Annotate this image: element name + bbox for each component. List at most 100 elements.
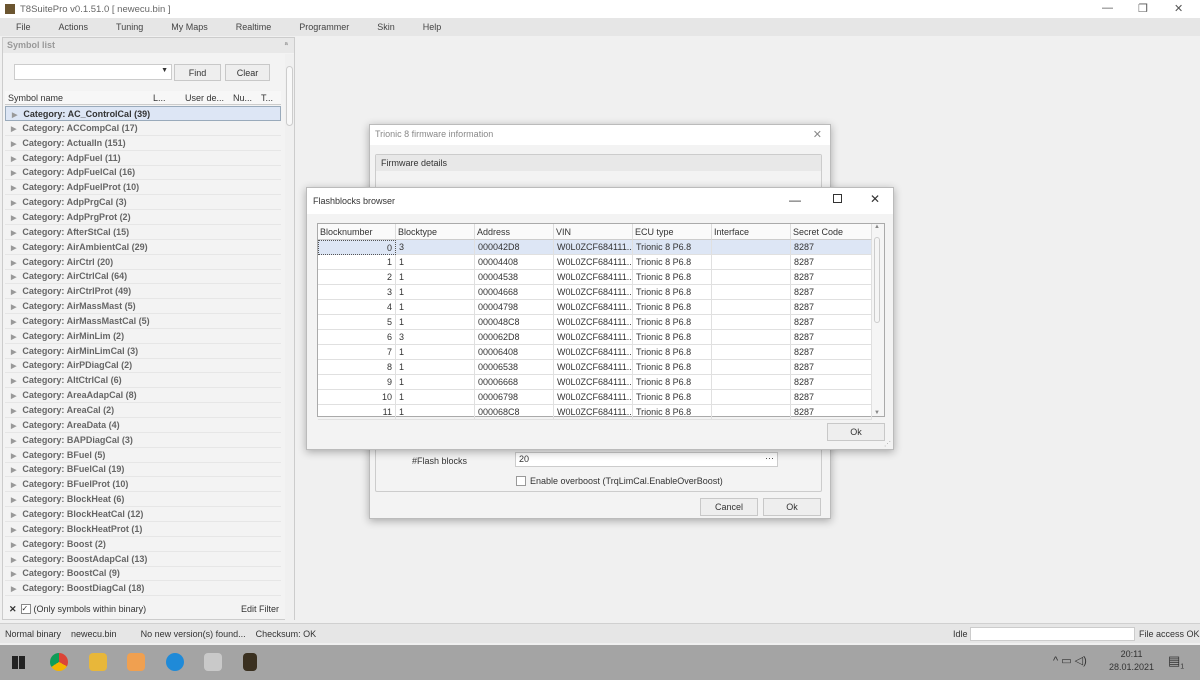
column-header[interactable]: T... [261, 93, 273, 103]
grid-cell[interactable]: 8287 [791, 300, 872, 315]
grid-cell[interactable]: Trionic 8 P6.8 [633, 315, 712, 330]
grid-cell[interactable]: Trionic 8 P6.8 [633, 360, 712, 375]
expand-arrow-icon[interactable]: ▶ [11, 245, 16, 252]
symbol-category-row[interactable]: ▶ Category: AltCtrlCal (6) [5, 373, 281, 389]
grid-cell[interactable]: 8287 [791, 405, 872, 420]
grid-cell[interactable]: 00006668 [475, 375, 554, 390]
menu-tuning[interactable]: Tuning [116, 22, 143, 32]
grid-cell[interactable]: Trionic 8 P6.8 [633, 330, 712, 345]
expand-arrow-icon[interactable]: ▶ [11, 393, 16, 400]
expand-arrow-icon[interactable]: ▶ [11, 378, 16, 385]
column-header[interactable]: Symbol name [8, 93, 63, 103]
grid-cell[interactable]: Trionic 8 P6.8 [633, 255, 712, 270]
grid-cell[interactable]: W0L0ZCF684111... [554, 300, 633, 315]
symbol-category-row[interactable]: ▶ Category: ACCompCal (17) [5, 121, 281, 136]
symbol-category-row[interactable]: ▶ Category: AirMinLim (2) [5, 329, 281, 344]
expand-arrow-icon[interactable]: ▶ [11, 557, 16, 564]
grid-cell[interactable]: 10 [318, 390, 396, 405]
ellipsis-button[interactable]: ··· [765, 453, 774, 463]
grid-cell[interactable]: W0L0ZCF684111... [554, 270, 633, 285]
expand-arrow-icon[interactable]: ▶ [11, 200, 16, 207]
symbol-category-row[interactable]: ▶ Category: BoostCal (9) [5, 566, 281, 582]
column-header[interactable]: Blocktype [396, 224, 475, 240]
maximize-button[interactable]: ❐ [1138, 2, 1148, 15]
column-header[interactable]: Blocknumber [318, 224, 396, 240]
grid-cell[interactable]: 00004538 [475, 270, 554, 285]
menu-skin[interactable]: Skin [377, 22, 395, 32]
minimize-button[interactable]: — [789, 193, 801, 207]
grid-cell[interactable]: 5 [318, 315, 396, 330]
expand-arrow-icon[interactable]: ▶ [11, 170, 16, 177]
grid-cell[interactable] [712, 240, 791, 255]
grid-cell[interactable]: 0 [318, 240, 396, 255]
grid-cell[interactable]: Trionic 8 P6.8 [633, 270, 712, 285]
grid-cell[interactable]: W0L0ZCF684111... [554, 360, 633, 375]
symbol-category-row[interactable]: ▶ Category: BlockHeatCal (12) [5, 507, 281, 522]
symbol-category-row[interactable]: ▶ Category: AreaAdapCal (8) [5, 388, 281, 404]
media-player-icon[interactable] [127, 653, 145, 671]
menu-file[interactable]: File [16, 22, 31, 32]
symbol-category-row[interactable]: ▶ Category: AreaData (4) [5, 418, 281, 433]
grid-cell[interactable]: 3 [396, 240, 475, 255]
t8suite-icon[interactable] [243, 653, 257, 671]
symbol-category-row[interactable]: ▶ Category: AdpFuelProt (10) [5, 180, 281, 196]
expand-arrow-icon[interactable]: ▶ [11, 467, 16, 474]
expand-arrow-icon[interactable]: ▶ [11, 512, 16, 519]
grid-cell[interactable]: W0L0ZCF684111... [554, 240, 633, 255]
expand-arrow-icon[interactable]: ▶ [11, 527, 16, 534]
grid-cell[interactable] [712, 270, 791, 285]
grid-cell[interactable]: W0L0ZCF684111... [554, 285, 633, 300]
grid-cell[interactable]: 8287 [791, 255, 872, 270]
maximize-button[interactable] [833, 194, 842, 203]
grid-cell[interactable]: 8287 [791, 330, 872, 345]
cancel-button[interactable]: Cancel [700, 498, 758, 516]
grid-cell[interactable]: 000062D8 [475, 330, 554, 345]
grid-cell[interactable]: 8287 [791, 285, 872, 300]
grid-cell[interactable] [712, 255, 791, 270]
symbol-category-row[interactable]: ▶ Category: AirMinLimCal (3) [5, 344, 281, 359]
minimize-button[interactable]: — [1102, 2, 1113, 14]
grid-cell[interactable]: Trionic 8 P6.8 [633, 375, 712, 390]
symbol-category-row[interactable]: ▶ Category: BFuel (5) [5, 448, 281, 463]
grid-cell[interactable]: W0L0ZCF684111... [554, 345, 633, 360]
close-icon[interactable]: ✕ [813, 128, 822, 141]
filter-checkbox[interactable]: ✓ [20, 604, 31, 614]
symbol-category-row[interactable]: ▶ Category: BAPDiagCal (3) [5, 433, 281, 448]
paint-icon[interactable] [204, 653, 222, 671]
symbol-category-row[interactable]: ▶ Category: AdpPrgProt (2) [5, 210, 281, 225]
expand-arrow-icon[interactable]: ▶ [11, 215, 16, 222]
expand-arrow-icon[interactable]: ▶ [11, 453, 16, 460]
column-header[interactable]: Nu... [233, 93, 252, 103]
clear-button[interactable]: Clear [225, 64, 270, 81]
clear-filter-icon[interactable]: ✕ [9, 604, 17, 615]
expand-arrow-icon[interactable]: ▶ [11, 185, 16, 192]
expand-arrow-icon[interactable]: ▶ [11, 141, 16, 148]
column-header[interactable]: L... [153, 93, 166, 103]
system-tray-icons[interactable]: ^ ▭ ◁) [1053, 654, 1087, 667]
expand-arrow-icon[interactable]: ▶ [11, 156, 16, 163]
chrome-icon[interactable] [50, 653, 68, 671]
grid-cell[interactable]: 1 [396, 300, 475, 315]
grid-cell[interactable]: 8287 [791, 345, 872, 360]
expand-arrow-icon[interactable]: ▶ [11, 304, 16, 311]
grid-cell[interactable]: 1 [396, 375, 475, 390]
expand-arrow-icon[interactable]: ▶ [11, 230, 16, 237]
grid-scrollbar[interactable]: ▲ ▼ [871, 224, 884, 416]
grid-cell[interactable]: 1 [396, 360, 475, 375]
symbol-category-row[interactable]: ▶ Category: AirCtrl (20) [5, 255, 281, 270]
symbol-category-row[interactable]: ▶ Category: AirCtrlCal (64) [5, 269, 281, 285]
symbol-category-row[interactable]: ▶ Category: AirAmbientCal (29) [5, 240, 281, 255]
column-header[interactable]: Address [475, 224, 554, 240]
grid-cell[interactable]: 1 [396, 285, 475, 300]
grid-cell[interactable]: Trionic 8 P6.8 [633, 390, 712, 405]
grid-cell[interactable]: 1 [396, 315, 475, 330]
grid-cell[interactable] [712, 330, 791, 345]
symbol-category-row[interactable]: ▶ Category: BlockHeatProt (1) [5, 522, 281, 537]
start-icon[interactable] [12, 656, 25, 669]
expand-arrow-icon[interactable]: ▶ [11, 274, 16, 281]
expand-arrow-icon[interactable]: ▶ [11, 423, 16, 430]
grid-cell[interactable]: W0L0ZCF684111... [554, 255, 633, 270]
expand-arrow-icon[interactable]: ▶ [11, 319, 16, 326]
grid-cell[interactable]: 8287 [791, 390, 872, 405]
expand-arrow-icon[interactable]: ▶ [11, 334, 16, 341]
